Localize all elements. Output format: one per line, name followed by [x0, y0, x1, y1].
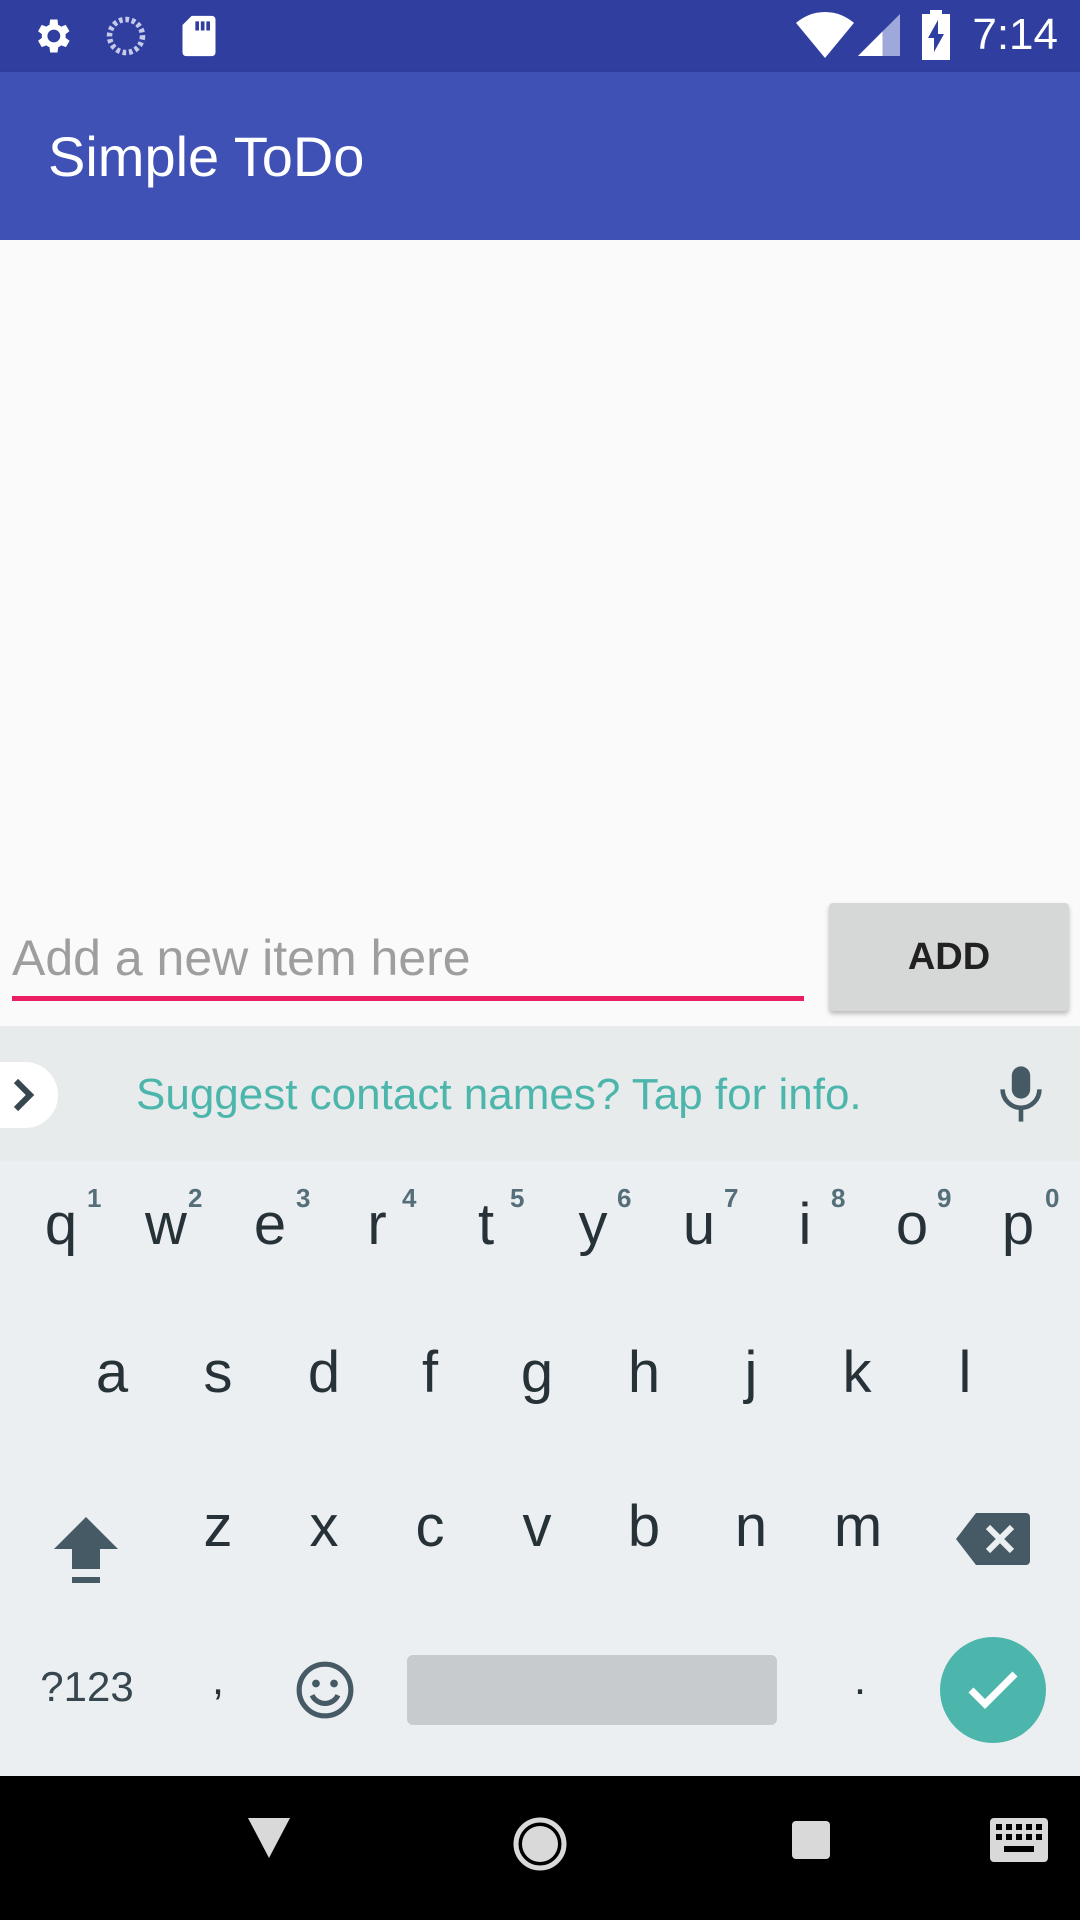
key-hint: 1 [87, 1183, 102, 1213]
wifi-icon [796, 12, 854, 62]
key-v[interactable]: v [497, 1493, 577, 1560]
expand-toolbar-button[interactable] [0, 1062, 58, 1128]
key-period[interactable]: . [820, 1655, 900, 1705]
suggestion-text[interactable]: Suggest contact names? Tap for info. [136, 1070, 862, 1120]
suggestion-strip: Suggest contact names? Tap for info. [0, 1026, 1080, 1161]
key-hint: 7 [724, 1183, 739, 1213]
key-c[interactable]: c [390, 1493, 470, 1560]
emoji-icon [296, 1661, 354, 1719]
shift-key[interactable] [46, 1509, 126, 1593]
app-title: Simple ToDo [48, 125, 365, 188]
key-j[interactable]: j [711, 1339, 791, 1406]
chevron-right-icon [13, 1078, 35, 1112]
enter-key[interactable] [940, 1637, 1046, 1743]
key-g[interactable]: g [497, 1339, 577, 1406]
key-l[interactable]: l [925, 1339, 1005, 1406]
keyboard-switch-icon[interactable] [988, 1816, 1050, 1868]
backspace-icon [956, 1513, 1030, 1565]
key-n[interactable]: n [711, 1493, 791, 1560]
soft-keyboard: q 1 w 2 e 3 r 4 t 5 y 6 u 7 i 8 o 9 p 0 … [0, 1161, 1080, 1776]
key-hint: 4 [402, 1183, 417, 1213]
app-bar: Simple ToDo [0, 72, 1080, 240]
key-hint: 6 [617, 1183, 632, 1213]
microphone-icon[interactable] [998, 1066, 1044, 1126]
status-bar: 7:14 [0, 0, 1080, 72]
sync-icon [104, 14, 148, 62]
new-item-input[interactable] [12, 920, 804, 1001]
key-hint: 5 [510, 1183, 525, 1213]
battery-charging-icon [922, 10, 950, 64]
key-hint: 2 [188, 1183, 203, 1213]
navigation-bar [0, 1776, 1080, 1920]
key-hint: 8 [831, 1183, 846, 1213]
key-h[interactable]: h [604, 1339, 684, 1406]
key-m[interactable]: m [818, 1493, 898, 1560]
checkmark-icon [968, 1671, 1018, 1709]
back-icon[interactable] [248, 1818, 290, 1862]
emoji-key[interactable] [294, 1659, 356, 1725]
key-hint: 3 [296, 1183, 311, 1213]
key-hint: 0 [1045, 1183, 1060, 1213]
key-z[interactable]: z [178, 1493, 258, 1560]
sd-card-icon [180, 14, 218, 62]
key-k[interactable]: k [817, 1339, 897, 1406]
key-comma[interactable]: , [178, 1655, 258, 1705]
key-d[interactable]: d [284, 1339, 364, 1406]
home-icon[interactable] [512, 1816, 568, 1876]
key-a[interactable]: a [72, 1339, 152, 1406]
settings-icon [30, 14, 74, 62]
signal-icon [858, 14, 900, 60]
key-hint: 9 [937, 1183, 952, 1213]
space-bar[interactable] [407, 1655, 777, 1725]
clock: 7:14 [972, 10, 1058, 59]
add-button[interactable]: ADD [829, 903, 1069, 1011]
symbols-key[interactable]: ?123 [22, 1663, 152, 1711]
key-x[interactable]: x [284, 1493, 364, 1560]
key-b[interactable]: b [604, 1493, 684, 1560]
key-f[interactable]: f [390, 1339, 470, 1406]
shift-icon [54, 1517, 118, 1583]
backspace-key[interactable] [956, 1511, 1030, 1571]
key-s[interactable]: s [178, 1339, 258, 1406]
recents-icon[interactable] [792, 1821, 830, 1863]
